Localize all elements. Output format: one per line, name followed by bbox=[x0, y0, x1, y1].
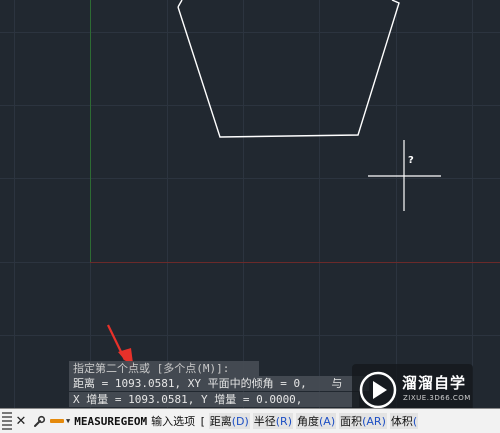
command-history-line: 指定第二个点或 [多个点(M)]: bbox=[69, 361, 259, 376]
crosshair-cursor bbox=[368, 140, 441, 211]
grid bbox=[0, 0, 500, 408]
pentagon-shape[interactable] bbox=[177, 0, 400, 138]
option-volume[interactable]: 体积( bbox=[389, 413, 419, 429]
option-radius[interactable]: 半径(R) bbox=[252, 413, 293, 429]
options-bracket: [ bbox=[199, 414, 206, 428]
option-distance[interactable]: 距离(D) bbox=[208, 413, 250, 429]
pentagon-edge bbox=[177, 0, 183, 8]
grip-handle[interactable] bbox=[2, 412, 12, 430]
play-logo-icon bbox=[359, 371, 397, 409]
wrench-icon[interactable] bbox=[30, 411, 48, 431]
command-prompt-icon[interactable]: ▼ bbox=[50, 417, 70, 425]
watermark-title: 溜溜自学 bbox=[402, 374, 467, 392]
option-angle[interactable]: 角度(A) bbox=[296, 413, 337, 429]
watermark-url: ZIXUE.3D66.COM bbox=[403, 394, 471, 402]
command-prompt-text: 输入选项 bbox=[151, 415, 196, 428]
readout-tail: 与 bbox=[331, 377, 343, 390]
command-history-line: 距离 = 1093.0581, XY 平面中的倾角 = 0, 与 bbox=[69, 376, 369, 391]
delta-readout: X 增量 = 1093.0581, Y 增量 = 0.0000, bbox=[69, 392, 359, 407]
command-line-bar: ✕ ▼ MEASUREGEOM 输入选项 [ 距离(D) 半径(R) 角度(A)… bbox=[0, 408, 500, 433]
close-icon[interactable]: ✕ bbox=[12, 411, 30, 431]
command-name: MEASUREGEOM bbox=[74, 414, 148, 428]
distance-readout: 距离 = 1093.0581, XY 平面中的倾角 = 0, bbox=[73, 377, 307, 390]
cursor-tooltip: ? bbox=[408, 155, 414, 166]
option-area[interactable]: 面积(AR) bbox=[339, 413, 387, 429]
